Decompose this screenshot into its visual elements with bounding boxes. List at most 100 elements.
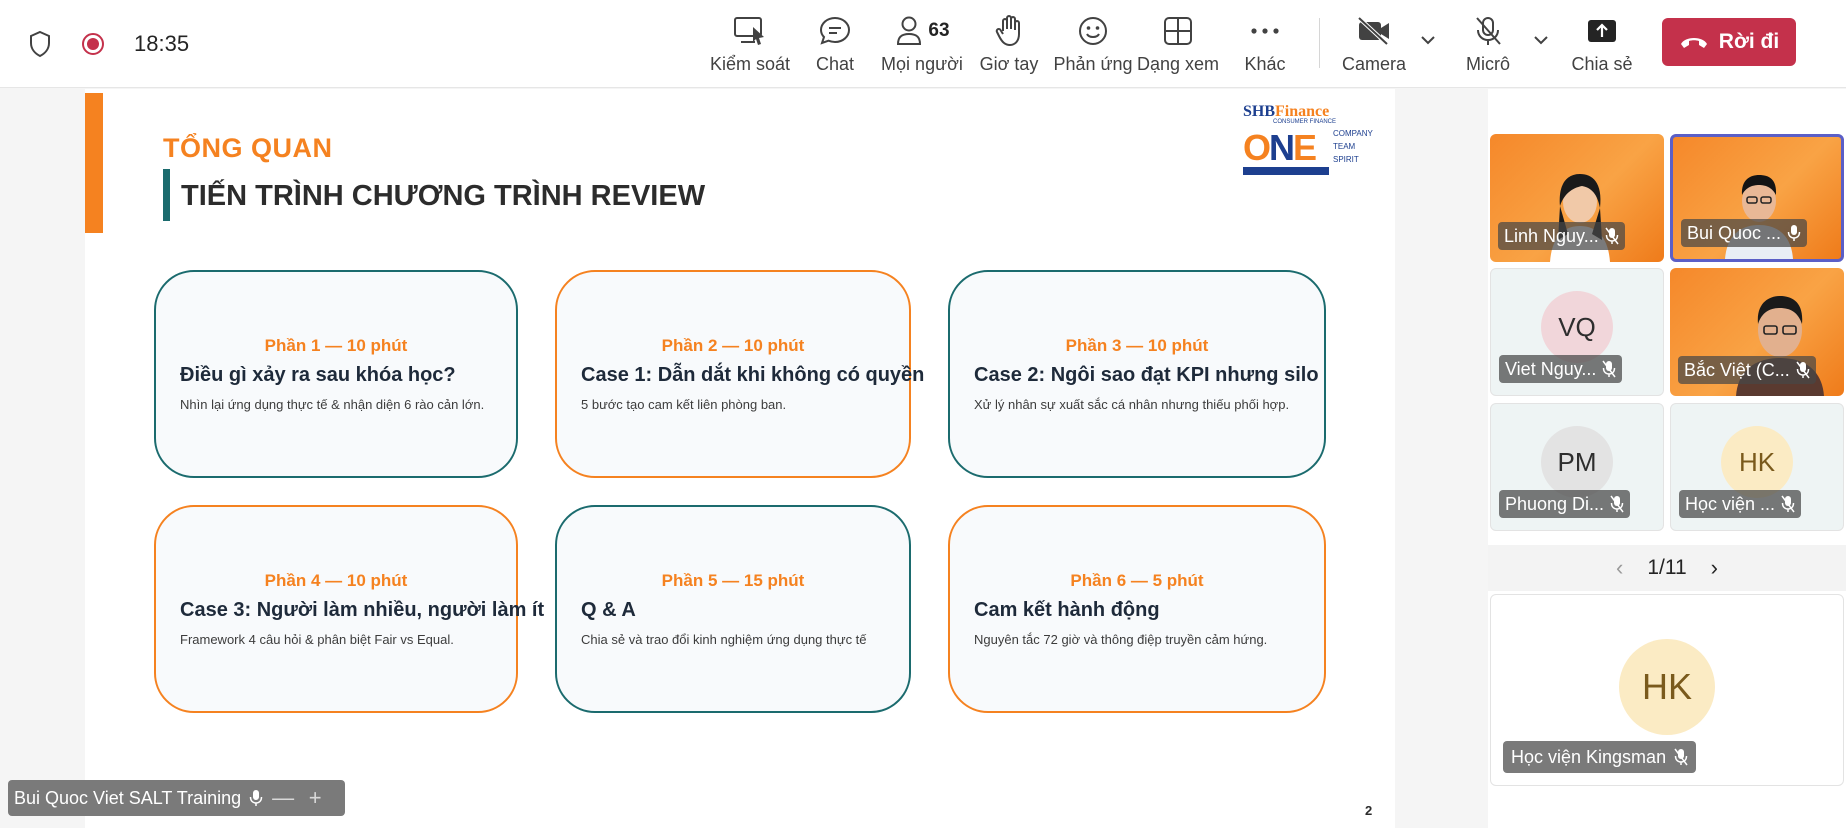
participant-name-tag: Bắc Việt (C... xyxy=(1678,356,1816,384)
mic-label: Micrô xyxy=(1466,54,1510,74)
avatar: VQ xyxy=(1541,291,1613,363)
card-description: Nguyên tắc 72 giờ và thông điệp truyền c… xyxy=(974,632,1268,647)
toolbar-left: 18:35 xyxy=(28,26,189,62)
avatar: HK xyxy=(1721,426,1793,498)
participant-tile-5[interactable]: PM Phuong Di... xyxy=(1490,403,1664,531)
card-part: Phần 1 — 10 phút xyxy=(264,336,408,355)
participant-tile-3[interactable]: VQ Viet Nguy... xyxy=(1490,268,1664,396)
agenda-card-6: Phần 6 — 5 phút Cam kết hành động Nguyên… xyxy=(948,505,1326,713)
agenda-card-2: Phần 2 — 10 phút Case 1: Dẫn dắt khi khô… xyxy=(555,270,925,478)
card-title: Case 2: Ngôi sao đạt KPI nhưng silo xyxy=(974,364,1319,386)
control-icon xyxy=(734,17,764,45)
card-title: Case 3: Người làm nhiều, người làm ít xyxy=(180,599,545,621)
company-logo: SHBFinance CONSUMER FINANCE ONE COMPANY T… xyxy=(1243,103,1373,181)
camera-off-icon xyxy=(1357,16,1389,46)
card-description: Xử lý nhân sự xuất sắc cá nhân nhưng thi… xyxy=(974,397,1290,412)
participant-tile-2[interactable]: Bui Quoc ... xyxy=(1670,134,1844,262)
meeting-timer: 18:35 xyxy=(134,31,190,56)
participants-panel: Linh Nguy... Bui Quoc ... VQ Viet Nguy..… xyxy=(1488,89,1846,828)
recording-icon xyxy=(82,33,104,55)
participant-name: Phuong Di... xyxy=(1505,493,1605,514)
page-indicator: 1/11 xyxy=(1647,556,1687,579)
participant-name: Linh Nguy... xyxy=(1504,225,1599,246)
agenda-card-4: Phần 4 — 10 phút Case 3: Người làm nhiều… xyxy=(154,505,545,713)
hang-up-icon xyxy=(1680,38,1707,48)
logo-one-wordmark: ONE xyxy=(1243,127,1317,168)
participant-name: Học viện Kingsman xyxy=(1511,746,1667,767)
card-description: Chia sẻ và trao đổi kinh nghiệm ứng dụng… xyxy=(581,632,867,647)
card-part: Phần 3 — 10 phút xyxy=(1065,336,1209,355)
slide-page-number: 2 xyxy=(1365,803,1373,818)
mic-off-icon xyxy=(1781,495,1795,513)
zoom-in-button[interactable]: + xyxy=(303,785,327,811)
slide-eyebrow: TỔNG QUAN xyxy=(163,133,333,163)
mic-off-icon xyxy=(1602,360,1616,378)
participant-name: Học viện ... xyxy=(1685,493,1776,514)
logo-subtitle: CONSUMER FINANCE xyxy=(1273,119,1337,125)
card-description: Nhìn lại ứng dụng thực tế & nhận diện 6 … xyxy=(180,397,485,412)
raise-hand-label: Giơ tay xyxy=(979,54,1039,74)
share-icon xyxy=(1588,20,1616,42)
camera-button[interactable]: Camera xyxy=(1322,12,1426,78)
participant-name-tag: Bui Quoc ... xyxy=(1681,219,1808,247)
people-label: Mọi người xyxy=(881,54,963,74)
mic-off-icon xyxy=(1610,495,1624,513)
presenter-name: Bui Quoc Viet SALT Training xyxy=(14,787,242,808)
previous-page-chevron-left-icon[interactable]: ‹ xyxy=(1616,555,1623,581)
logo-brand-a: SHB xyxy=(1243,103,1276,120)
mic-off-icon xyxy=(1674,748,1688,766)
participant-name: Bắc Việt (C... xyxy=(1684,359,1790,380)
participant-tile-6[interactable]: HK Học viện ... xyxy=(1670,403,1844,531)
smiley-icon xyxy=(1079,17,1107,45)
zoom-out-button[interactable]: — xyxy=(271,785,295,811)
logo-strip xyxy=(1243,167,1329,175)
logo-brand-b: Finance xyxy=(1275,103,1330,120)
leave-button[interactable]: Rời đi xyxy=(1662,18,1796,66)
participant-tile-4[interactable]: Bắc Việt (C... xyxy=(1670,268,1844,396)
participant-name: Viet Nguy... xyxy=(1505,358,1597,379)
card-description: 5 bước tạo cam kết liên phòng ban. xyxy=(581,397,787,412)
camera-options-chevron-down-icon[interactable] xyxy=(1418,30,1438,50)
more-label: Khác xyxy=(1244,54,1286,74)
participant-name: Bui Quoc ... xyxy=(1687,222,1782,243)
featured-participant-tile[interactable]: HK Học viện Kingsman xyxy=(1490,594,1844,786)
participant-name-tag: Học viện ... xyxy=(1679,490,1802,518)
participant-name-tag: Linh Nguy... xyxy=(1498,222,1625,250)
title-rule xyxy=(163,169,170,221)
share-button[interactable]: Chia sẻ xyxy=(1550,12,1654,78)
card-part: Phần 4 — 10 phút xyxy=(264,571,408,590)
participant-name-tag: Phuong Di... xyxy=(1499,490,1631,518)
more-button[interactable]: Khác xyxy=(1213,12,1317,78)
presentation-slide: TỔNG QUAN TIẾN TRÌNH CHƯƠNG TRÌNH REVIEW… xyxy=(85,89,1395,828)
participant-tile-1[interactable]: Linh Nguy... xyxy=(1490,134,1664,262)
view-label: Dạng xem xyxy=(1136,54,1220,74)
card-description: Framework 4 câu hỏi & phân biệt Fair vs … xyxy=(180,632,454,647)
grid-view-icon xyxy=(1164,17,1192,45)
people-icon xyxy=(897,16,922,45)
camera-label: Camera xyxy=(1341,54,1407,74)
more-icon xyxy=(1251,28,1279,34)
mic-off-icon xyxy=(1796,361,1810,379)
toolbar-divider xyxy=(1319,18,1320,68)
card-part: Phần 5 — 15 phút xyxy=(661,571,805,590)
agenda-card-1: Phần 1 — 10 phút Điều gì xảy ra sau khóa… xyxy=(154,270,518,478)
mic-options-chevron-down-icon[interactable] xyxy=(1531,30,1551,50)
control-label: Kiểm soát xyxy=(709,54,791,74)
avatar: HK xyxy=(1619,639,1715,735)
next-page-chevron-right-icon[interactable]: › xyxy=(1711,555,1718,581)
card-part: Phần 6 — 5 phút xyxy=(1070,571,1204,590)
raise-hand-icon xyxy=(995,15,1020,46)
agenda-card-3: Phần 3 — 10 phút Case 2: Ngôi sao đạt KP… xyxy=(948,270,1326,478)
presenter-tag[interactable]: Bui Quoc Viet SALT Training — + xyxy=(8,780,345,816)
mic-button[interactable]: Micrô xyxy=(1436,12,1540,78)
slide-accent-bar xyxy=(85,93,103,233)
card-title: Cam kết hành động xyxy=(974,599,1160,621)
chat-label: Chat xyxy=(815,54,855,74)
meeting-toolbar: 18:35 Kiểm soát Chat 63 Mọi người Giơ ta… xyxy=(0,0,1846,88)
card-title: Case 1: Dẫn dắt khi không có quyền xyxy=(581,364,925,386)
gallery-pager: ‹ 1/11 › xyxy=(1488,545,1846,591)
people-count: 63 xyxy=(928,20,950,41)
leave-label: Rời đi xyxy=(1718,30,1780,53)
logo-side-text: COMPANY TEAM SPIRIT xyxy=(1333,129,1373,164)
shield-icon[interactable] xyxy=(28,30,52,58)
